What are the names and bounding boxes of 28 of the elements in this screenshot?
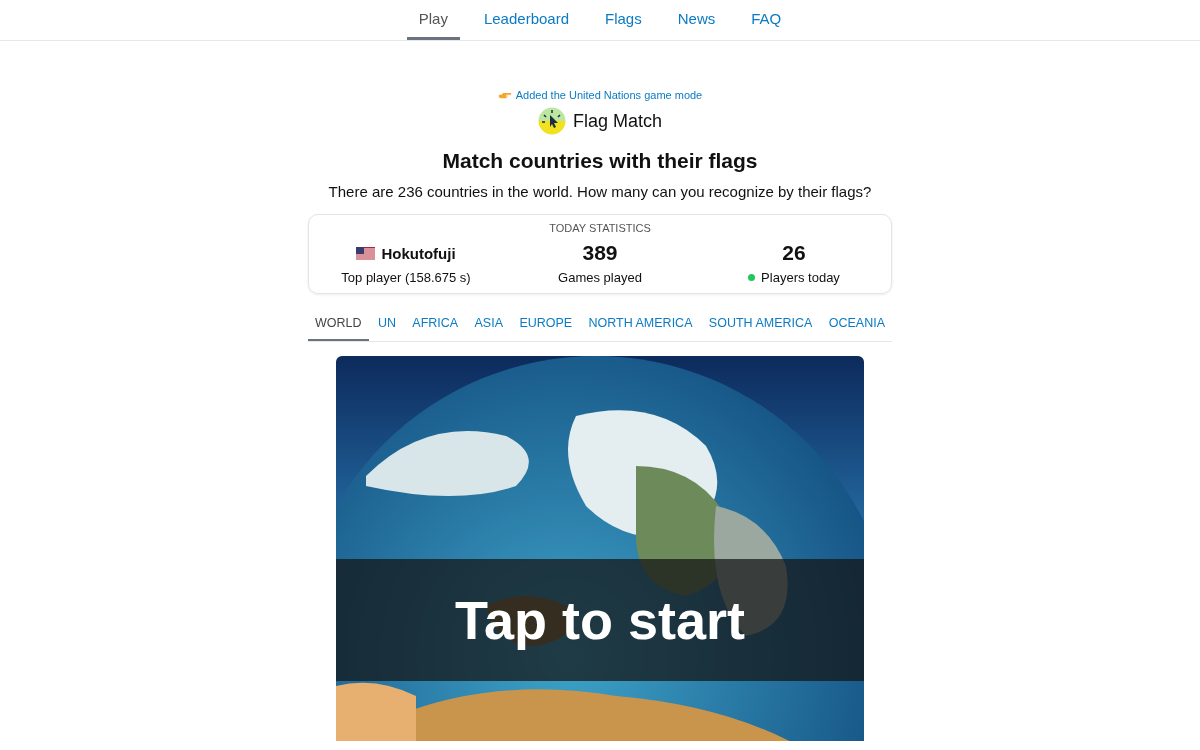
region-tab[interactable]: WORLD	[308, 310, 369, 341]
player-name: Hokutofuji	[381, 244, 456, 262]
region-tab[interactable]: OCEANIA	[821, 310, 892, 341]
stat-label: Players today	[761, 270, 840, 285]
nav-tab[interactable]: Leaderboard	[471, 0, 581, 40]
region-tab[interactable]: SOUTH AMERICA	[701, 310, 820, 341]
nav-tab[interactable]: Flags	[593, 0, 654, 40]
region-tab[interactable]: ASIA	[467, 310, 510, 341]
stat-label: Games played	[558, 270, 642, 285]
page-subheading: There are 236 countries in the world. How many can you recognize by their flags?	[328, 183, 872, 200]
region-tab[interactable]: NORTH AMERICA	[581, 310, 700, 341]
start-button[interactable]: Tap to start	[455, 589, 745, 651]
statistics-title: TODAY STATISTICS	[549, 222, 651, 234]
stat-label: Top player (158.675 s)	[341, 270, 471, 285]
nav-tab[interactable]: Play	[406, 0, 460, 40]
flag-icon	[356, 246, 376, 260]
region-tab[interactable]: AFRICA	[405, 310, 466, 341]
page-heading: Match countries with their flags	[442, 149, 758, 173]
stat-value: 389	[582, 240, 618, 266]
pointing-hand-icon	[497, 90, 512, 100]
announcement-link[interactable]: Added the United Nations game mode	[515, 89, 703, 101]
app-name: Flag Match	[572, 110, 662, 132]
region-tab[interactable]: EUROPE	[512, 310, 580, 341]
stat-value: 26	[782, 240, 806, 266]
logo-icon	[537, 107, 566, 135]
nav-tab[interactable]: News	[665, 0, 728, 40]
region-tab[interactable]: UN	[370, 310, 403, 341]
nav-tab[interactable]: FAQ	[739, 0, 794, 40]
